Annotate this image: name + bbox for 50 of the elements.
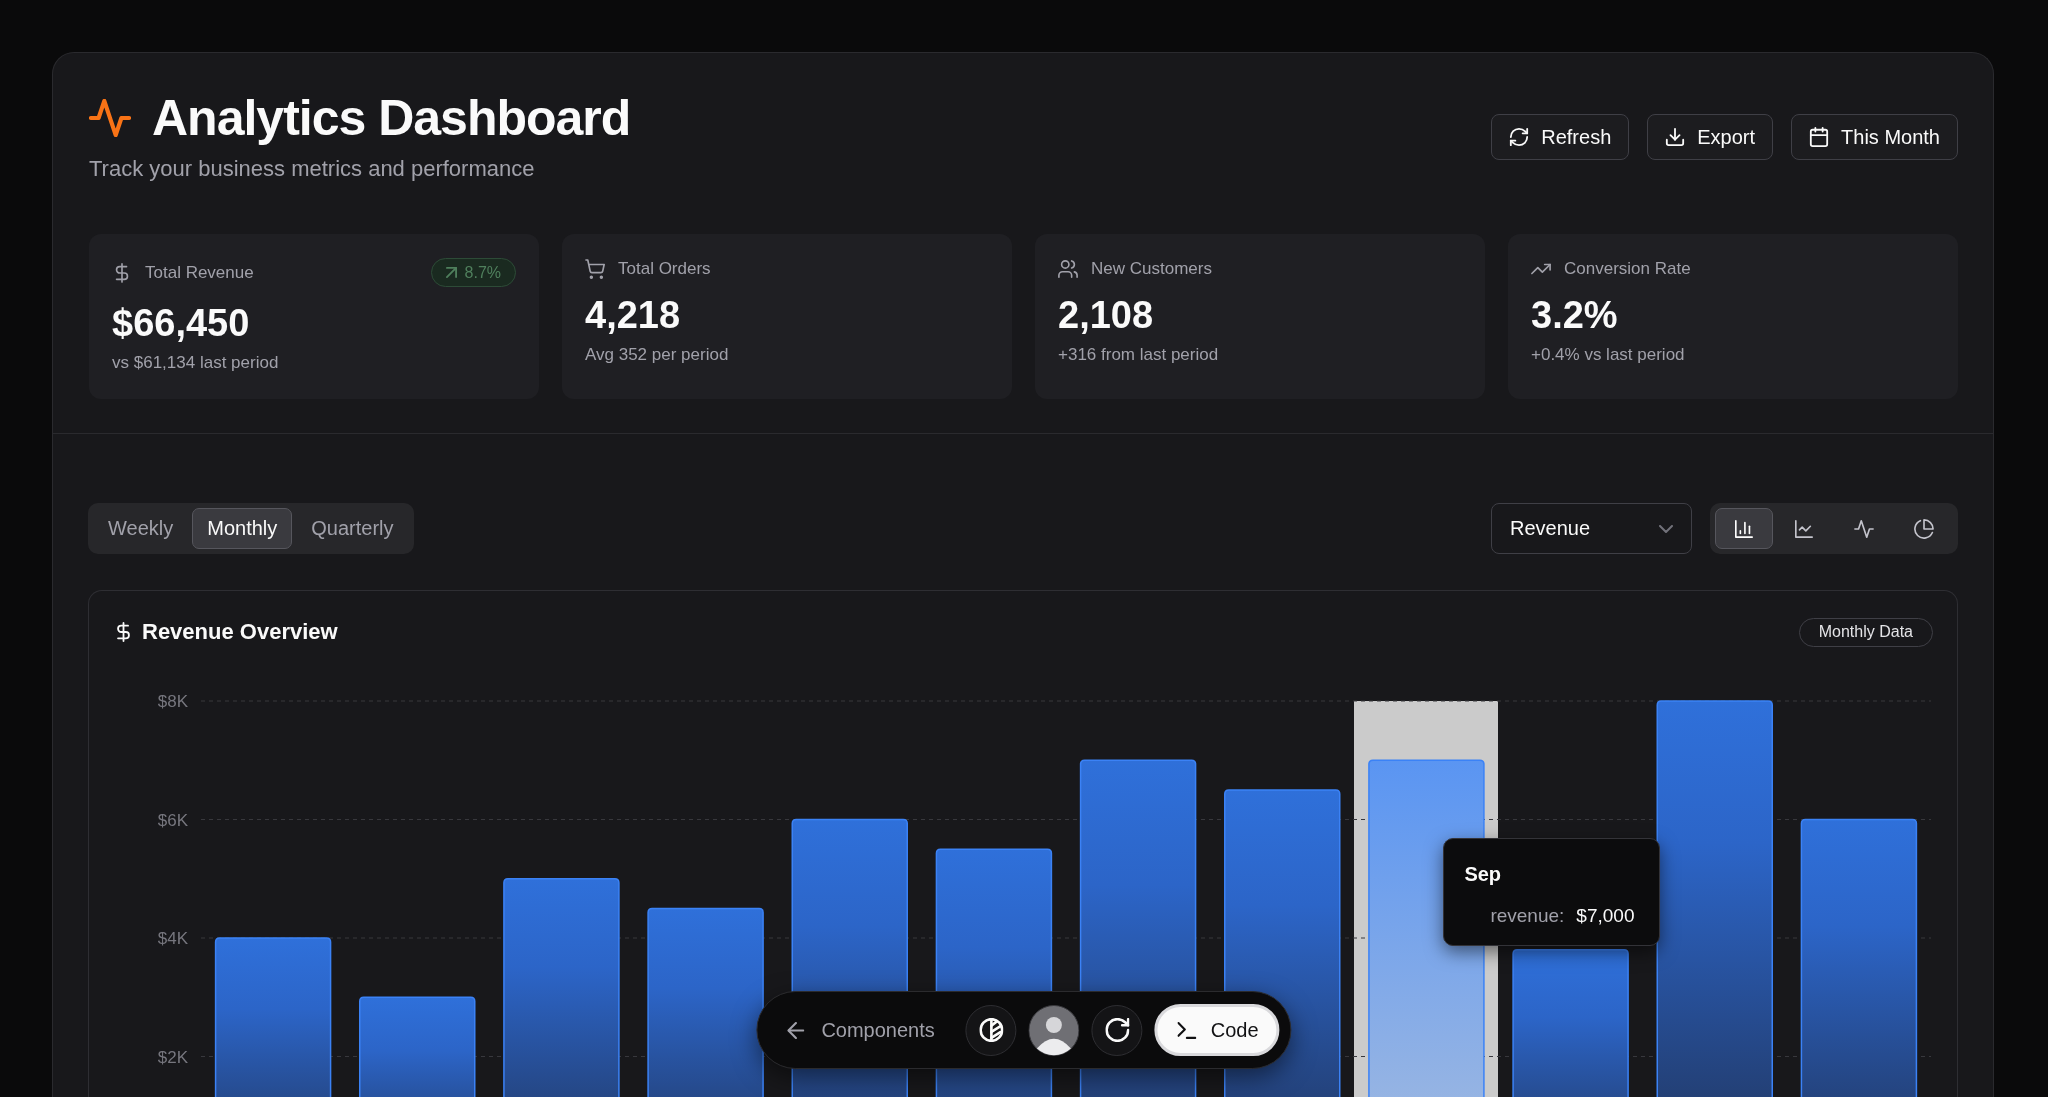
pulse-icon xyxy=(1854,518,1874,539)
period-tab[interactable]: Weekly xyxy=(93,508,189,549)
stat-value: 2,108 xyxy=(1058,293,1155,337)
stat-note: vs $61,134 last period xyxy=(112,352,280,374)
chart-title: Revenue Overview xyxy=(142,618,338,646)
export-button[interactable]: Export xyxy=(1647,114,1774,160)
metric-select[interactable]: Revenue xyxy=(1491,503,1692,554)
period-tab[interactable]: Quarterly xyxy=(296,508,409,549)
y-axis-label: $8K xyxy=(157,692,188,711)
tooltip-label: revenue: xyxy=(1490,904,1565,929)
refresh-icon xyxy=(1509,127,1530,147)
calendar-icon xyxy=(1809,127,1830,147)
line-chart-icon xyxy=(1794,518,1814,539)
y-axis-label: $6K xyxy=(157,810,188,830)
change-percent: 8.7% xyxy=(464,263,501,282)
stat-value: $66,450 xyxy=(112,301,251,345)
stat-label: Total Orders xyxy=(618,258,711,279)
y-axis-label: $4K xyxy=(157,929,188,948)
download-icon xyxy=(1665,127,1686,147)
page-subtitle: Track your business metrics and performance xyxy=(89,155,536,183)
cart-icon xyxy=(585,258,605,279)
stat-note: Avg 352 per period xyxy=(585,344,730,366)
arrow-up-right-icon xyxy=(445,267,457,278)
chevron-down-icon xyxy=(1659,524,1673,533)
date-range-button[interactable]: This Month xyxy=(1791,114,1958,160)
users-icon xyxy=(1058,258,1078,279)
back-link[interactable]: Components xyxy=(787,1018,935,1042)
stat-note: +0.4% vs last period xyxy=(1531,344,1686,366)
stat-value: 3.2% xyxy=(1531,293,1619,337)
tooltip-title: Sep xyxy=(1464,862,1503,888)
stat-label: Total Revenue xyxy=(145,262,254,283)
refresh-icon xyxy=(1105,1018,1130,1042)
contrast-icon xyxy=(979,1018,1004,1042)
stat-label: Conversion Rate xyxy=(1564,258,1691,279)
pie-chart-icon xyxy=(1914,518,1934,539)
avatar-icon[interactable] xyxy=(1028,1004,1080,1056)
pulse-line-icon xyxy=(89,99,131,137)
page-title: Analytics Dashboard xyxy=(152,89,631,148)
stat-note: +316 from last period xyxy=(1058,344,1220,366)
code-button[interactable]: Code xyxy=(1154,1004,1280,1056)
bar-chart-icon xyxy=(1734,518,1754,539)
dollar-icon xyxy=(117,622,130,642)
stat-value: 4,218 xyxy=(585,293,682,337)
stat-label: New Customers xyxy=(1091,258,1212,279)
refresh-button[interactable]: Refresh xyxy=(1491,114,1630,160)
y-axis-label: $2K xyxy=(157,1047,188,1067)
terminal-icon xyxy=(1177,1021,1197,1039)
tooltip-value: $7,000 xyxy=(1576,904,1635,929)
period-tab[interactable]: Monthly xyxy=(192,508,293,549)
bar-chart-tab[interactable] xyxy=(1715,508,1773,549)
